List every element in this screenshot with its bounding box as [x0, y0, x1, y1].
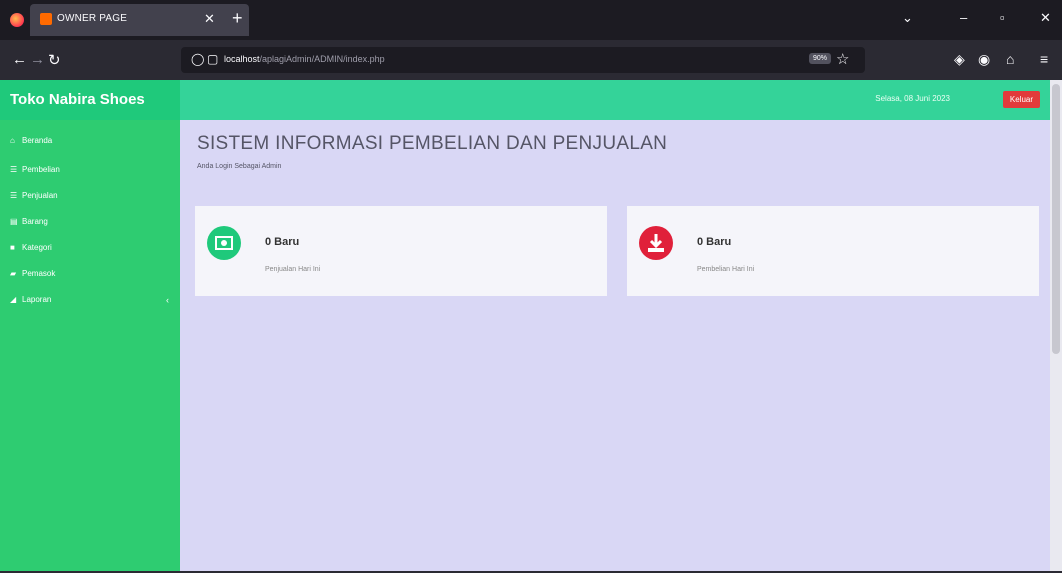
sidebar-item-beranda[interactable]: ⌂ Beranda: [10, 136, 175, 150]
tab-favicon-icon: [40, 13, 52, 25]
report-icon: ◢: [10, 295, 17, 304]
sidebar-item-label: Laporan: [22, 295, 52, 304]
menu-icon[interactable]: ≡: [1040, 51, 1048, 67]
sidebar-item-pemasok[interactable]: ▰ Pemasok: [10, 269, 175, 283]
scrollbar-thumb[interactable]: [1052, 84, 1060, 354]
url-host: localhost: [224, 54, 260, 64]
tag-icon: ■: [10, 243, 15, 252]
tab-close-icon[interactable]: ✕: [204, 11, 215, 27]
sidebar-item-label: Pembelian: [22, 165, 60, 174]
card-label: Penjualan Hari Ini: [265, 266, 321, 273]
sidebar-item-label: Pemasok: [22, 269, 56, 278]
chevron-left-icon: ‹: [166, 295, 169, 305]
page-subtitle: Anda Login Sebagai Admin: [197, 163, 282, 170]
card-label: Pembelian Hari Ini: [697, 266, 755, 273]
browser-tab-bar: OWNER PAGE ✕ + ⌄ – ▫ ✕: [0, 0, 1062, 40]
logout-button[interactable]: Keluar: [1002, 91, 1040, 108]
url-text[interactable]: localhost/aplagiAdmin/ADMIN/index.php: [224, 54, 385, 64]
sidebar: ⌂ Beranda ☰ Pembelian ☰ Penjualan ▤ Barang ■…: [0, 120, 180, 573]
sidebar-item-kategori[interactable]: ■ Kategori: [10, 243, 175, 257]
tab-title: OWNER PAGE: [57, 13, 128, 24]
home-icon[interactable]: ⌂: [1006, 51, 1014, 67]
pocket-icon[interactable]: ◈: [954, 51, 965, 68]
sidebar-item-label: Beranda: [22, 136, 53, 145]
list-icon: ☰: [10, 191, 18, 200]
browser-tab[interactable]: OWNER PAGE ✕: [30, 4, 249, 36]
page-info-icon[interactable]: ▢: [207, 52, 218, 66]
reload-icon[interactable]: ↻: [48, 51, 61, 69]
sidebar-item-barang[interactable]: ▤ Barang: [10, 217, 175, 231]
bookmark-star-icon[interactable]: ☆: [836, 50, 849, 68]
brand-bar: Toko Nabira Shoes: [0, 80, 180, 120]
minimize-icon[interactable]: –: [960, 10, 967, 25]
zoom-badge[interactable]: 90%: [809, 53, 832, 64]
sidebar-item-label: Penjualan: [22, 191, 58, 200]
top-bar: Selasa, 08 Juni 2023 Keluar: [180, 80, 1050, 120]
card-pembelian: 0 Baru Pembelian Hari Ini: [627, 206, 1039, 296]
current-date: Selasa, 08 Juni 2023: [875, 94, 950, 103]
sidebar-item-label: Barang: [22, 217, 48, 226]
brand-title[interactable]: Toko Nabira Shoes: [10, 91, 145, 108]
window-close-icon[interactable]: ✕: [1040, 10, 1051, 26]
new-tab-icon[interactable]: +: [232, 8, 243, 29]
truck-icon: ▰: [10, 269, 17, 278]
browser-nav-bar: ← → ↻ ◯ ▢ localhost/aplagiAdmin/ADMIN/in…: [0, 40, 1062, 80]
page-scrollbar[interactable]: [1050, 80, 1062, 573]
tracking-shield-icon[interactable]: ◯: [191, 52, 204, 66]
card-value: 0 Baru: [697, 236, 732, 248]
box-icon: ▤: [10, 217, 18, 226]
sidebar-item-pembelian[interactable]: ☰ Pembelian: [10, 165, 175, 179]
url-path: /aplagiAdmin/ADMIN/index.php: [259, 54, 385, 64]
sidebar-item-penjualan[interactable]: ☰ Penjualan: [10, 191, 175, 205]
sidebar-item-laporan[interactable]: ◢ Laporan ‹: [10, 295, 175, 309]
list-icon: ☰: [10, 165, 18, 174]
card-value: 0 Baru: [265, 236, 300, 248]
card-penjualan: 0 Baru Penjualan Hari Ini: [195, 206, 607, 296]
maximize-icon[interactable]: ▫: [1000, 10, 1005, 25]
money-icon: [207, 226, 241, 260]
account-icon[interactable]: ◉: [978, 51, 990, 68]
firefox-icon: [10, 13, 24, 27]
address-bar[interactable]: ◯ ▢ localhost/aplagiAdmin/ADMIN/index.ph…: [181, 47, 865, 73]
download-icon: [639, 226, 673, 260]
home-icon: ⌂: [10, 136, 15, 145]
forward-icon[interactable]: →: [30, 51, 45, 68]
page-title: SISTEM INFORMASI PEMBELIAN DAN PENJUALAN: [197, 133, 668, 154]
tab-list-icon[interactable]: ⌄: [902, 10, 913, 26]
web-page: Toko Nabira Shoes Selasa, 08 Juni 2023 K…: [0, 80, 1062, 573]
back-icon[interactable]: ←: [12, 51, 27, 68]
sidebar-item-label: Kategori: [22, 243, 52, 252]
